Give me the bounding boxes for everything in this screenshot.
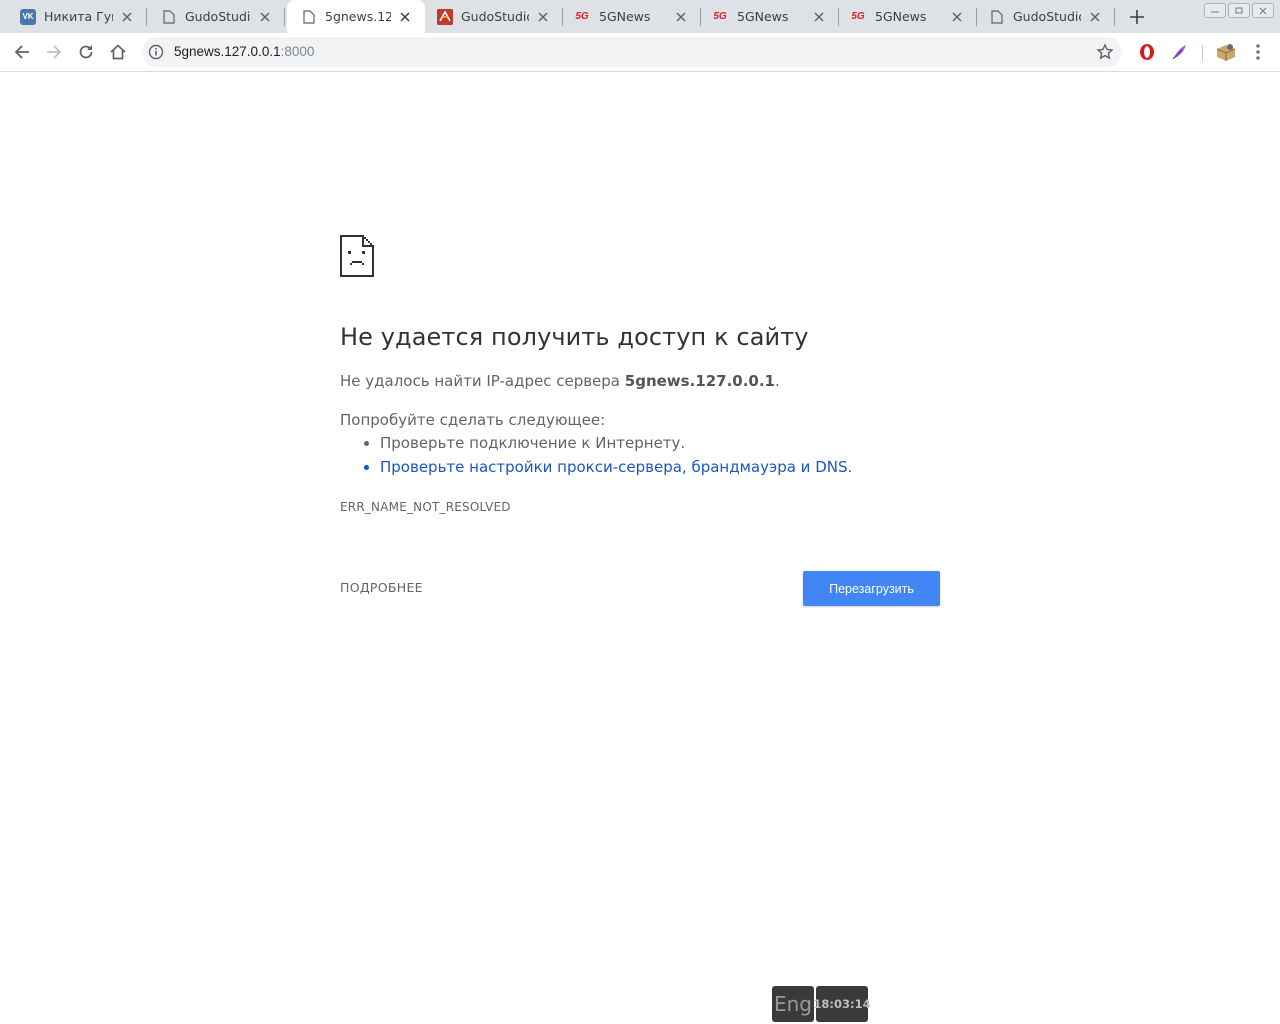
message-host: 5gnews.127.0.0.1 <box>624 372 775 390</box>
close-window-button[interactable] <box>1252 3 1274 18</box>
error-message: Не удалось найти IP-адрес сервера 5gnews… <box>340 372 780 390</box>
star-icon[interactable] <box>1096 43 1114 61</box>
tab-title: 5GNews <box>737 9 789 24</box>
tab-strip: VK Никита Гунд GudoStudio 5gnews.127.0 G… <box>0 0 1280 33</box>
gudostudio-icon <box>437 8 453 25</box>
tab-title: 5GNews <box>599 9 651 24</box>
arrow-left-icon <box>14 45 29 59</box>
close-icon[interactable] <box>397 9 413 25</box>
menu-button[interactable] <box>1248 42 1268 62</box>
tab-5gnews-3[interactable]: 5G 5GNews <box>839 0 977 33</box>
5g-icon: 5G <box>713 11 727 22</box>
tab-title: GudoStudio <box>185 9 251 24</box>
window-controls <box>1204 3 1274 18</box>
message-suffix: . <box>775 372 780 390</box>
reload-button[interactable] <box>70 36 102 68</box>
minimize-button[interactable] <box>1204 3 1226 18</box>
tab-5gnews-1[interactable]: 5G 5GNews <box>563 0 701 33</box>
address-bar[interactable]: 5gnews.127.0.0.1:8000 <box>142 37 1122 67</box>
package-extension-icon[interactable] <box>1215 42 1235 62</box>
reload-page-button[interactable]: Перезагрузить <box>803 571 940 606</box>
details-button[interactable]: ПОДРОБНЕЕ <box>340 580 423 595</box>
suggestions-list: Проверьте подключение к Интернету. Прове… <box>340 431 852 479</box>
tab-title: GudoStudio <box>1013 9 1081 24</box>
message-prefix: Не удалось найти IP-адрес сервера <box>340 372 625 390</box>
5g-icon: 5G <box>575 11 589 22</box>
tab-title: 5gnews.127.0 <box>325 9 391 24</box>
suggestion-check-connection: Проверьте подключение к Интернету. <box>380 431 852 455</box>
close-icon[interactable] <box>535 9 551 25</box>
opera-extension-icon[interactable] <box>1137 42 1157 62</box>
url-text: 5gnews.127.0.0.1:8000 <box>174 44 314 59</box>
error-page: Не удается получить доступ к сайту Не уд… <box>340 235 940 606</box>
more-vert-icon <box>1256 44 1260 60</box>
suggestion-check-proxy-link[interactable]: Проверьте настройки прокси-сервера, бран… <box>380 455 852 479</box>
tab-5gnews-active[interactable]: 5gnews.127.0 <box>287 0 425 33</box>
close-icon[interactable] <box>949 9 965 25</box>
tab-vk[interactable]: VK Никита Гунд <box>0 0 147 33</box>
plus-icon <box>1130 10 1144 24</box>
info-icon[interactable] <box>148 44 164 60</box>
browser-toolbar: 5gnews.127.0.0.1:8000 <box>0 33 1280 72</box>
tab-gudostudio-1[interactable]: GudoStudio <box>147 0 285 33</box>
tab-gudostudio-2[interactable]: GudoStudio <box>425 0 563 33</box>
feather-extension-icon[interactable] <box>1169 42 1189 62</box>
close-icon[interactable] <box>1087 9 1103 25</box>
clock: 18:03:14 <box>813 986 871 1022</box>
maximize-button[interactable] <box>1228 3 1250 18</box>
url-port: :8000 <box>280 44 315 59</box>
tab-title: GudoStudio <box>461 9 529 24</box>
vk-icon: VK <box>20 8 36 25</box>
new-tab-button[interactable] <box>1126 6 1148 28</box>
close-icon[interactable] <box>673 9 689 25</box>
url-host: 5gnews.127.0.0.1 <box>174 44 281 59</box>
arrow-right-icon <box>47 45 62 59</box>
suggestions-heading: Попробуйте сделать следующее: <box>340 411 606 429</box>
sad-page-icon <box>340 235 374 277</box>
close-icon[interactable] <box>257 9 273 25</box>
home-button[interactable] <box>102 36 134 68</box>
page-icon <box>301 9 317 25</box>
page-icon <box>161 9 177 25</box>
keyboard-layout-indicator[interactable]: Eng <box>772 986 814 1022</box>
tab-gudostudio-3[interactable]: GudoStudio <box>977 0 1115 33</box>
home-icon <box>110 44 126 60</box>
forward-button[interactable] <box>38 36 70 68</box>
page-icon <box>989 9 1005 25</box>
5g-icon: 5G <box>851 11 865 22</box>
reload-icon <box>79 45 93 59</box>
tab-title: 5GNews <box>875 9 927 24</box>
close-icon[interactable] <box>119 9 135 25</box>
error-code: ERR_NAME_NOT_RESOLVED <box>340 500 511 514</box>
tab-title: Никита Гунд <box>44 9 113 24</box>
tab-5gnews-2[interactable]: 5G 5GNews <box>701 0 839 33</box>
back-button[interactable] <box>6 36 38 68</box>
error-title: Не удается получить доступ к сайту <box>340 323 809 351</box>
close-icon[interactable] <box>811 9 827 25</box>
